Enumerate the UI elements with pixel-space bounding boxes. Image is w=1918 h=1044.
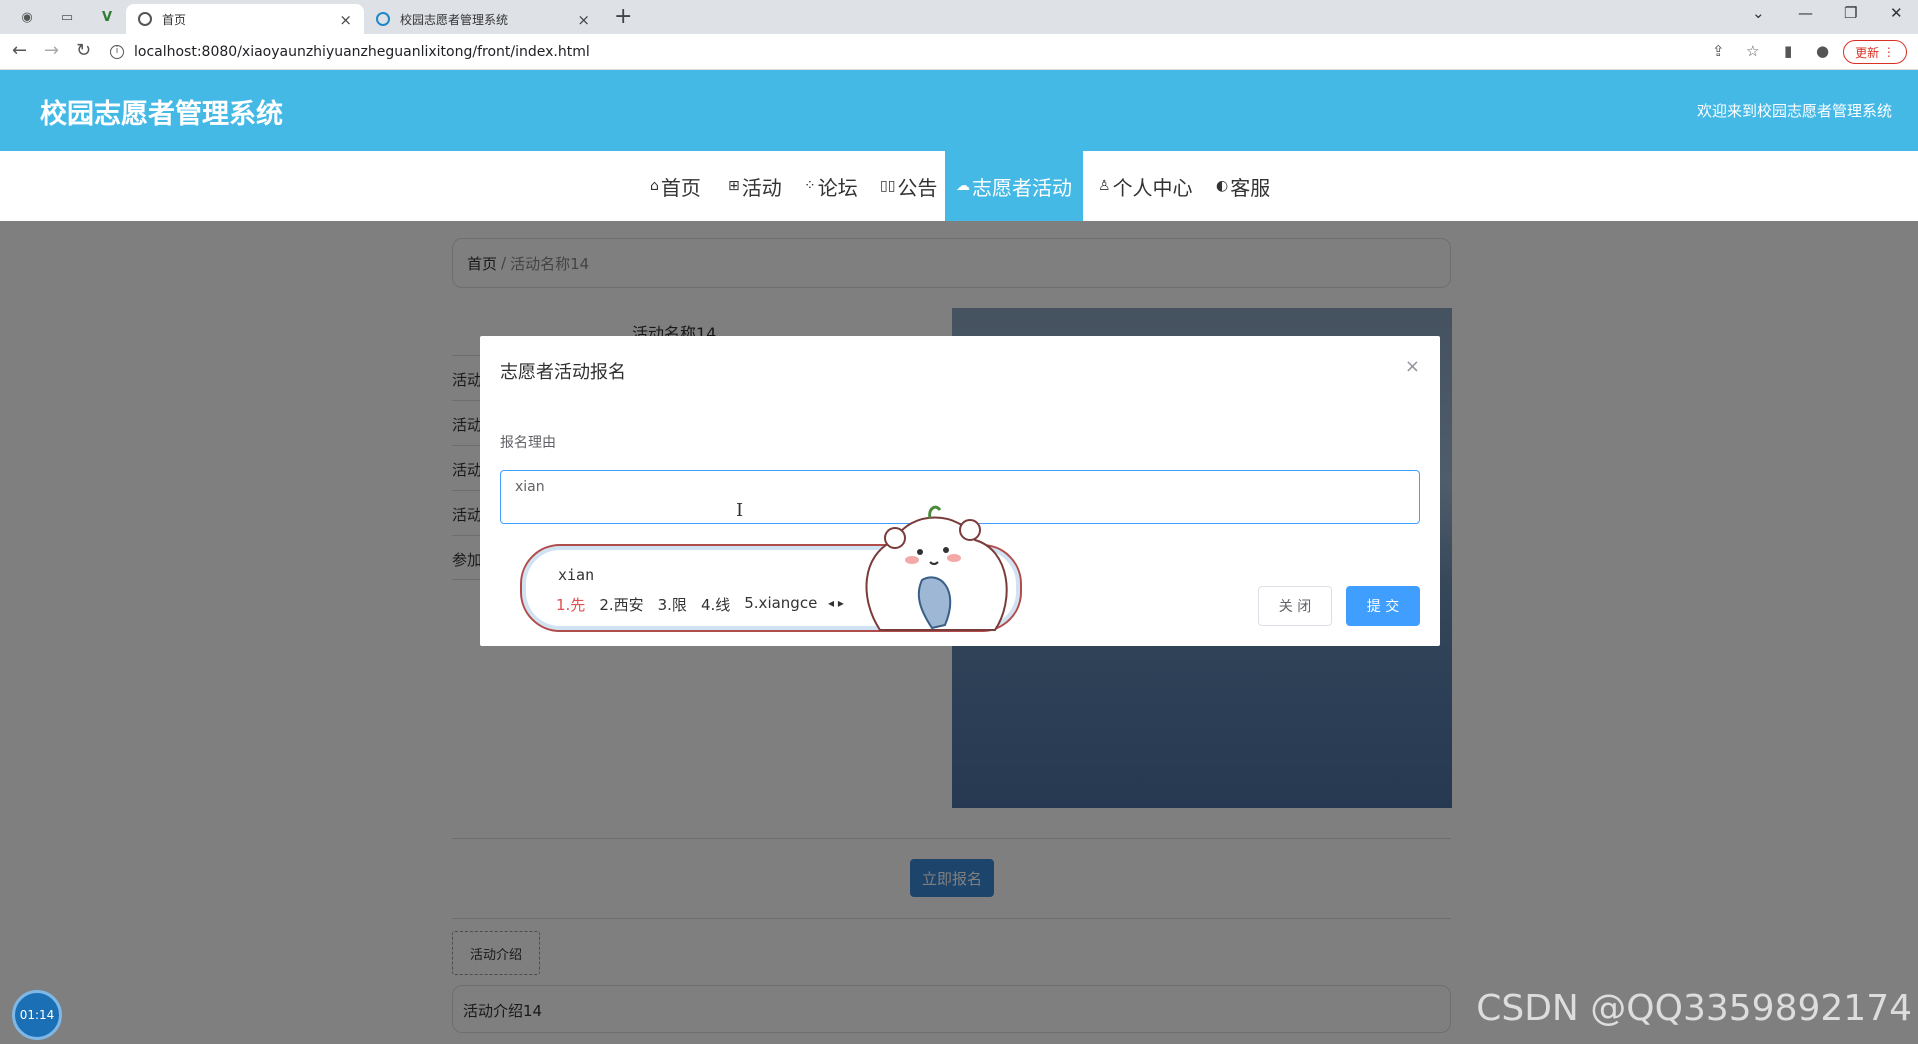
restore-icon[interactable]: ❐ bbox=[1844, 4, 1857, 22]
welcome-text: 欢迎来到校园志愿者管理系统 bbox=[1696, 102, 1892, 120]
nav-item-profile[interactable]: ♙ 个人中心 bbox=[1090, 151, 1201, 221]
profile-icon[interactable]: ● bbox=[1816, 42, 1829, 60]
ime-candidate[interactable]: 4.线 bbox=[701, 594, 730, 615]
close-icon[interactable]: × bbox=[1405, 356, 1420, 377]
star-icon[interactable]: ☆ bbox=[1746, 42, 1759, 60]
book-icon: ▯▯ bbox=[880, 178, 896, 194]
nav-item-service[interactable]: ◐ 客服 bbox=[1208, 151, 1278, 221]
edge-icon bbox=[376, 12, 390, 26]
dialog-title: 志愿者活动报名 bbox=[500, 362, 626, 383]
address-bar: ← → ↻ i localhost:8080/xiaoyaunzhiyuanzh… bbox=[0, 34, 1918, 70]
grid-icon: ⊞ bbox=[728, 178, 740, 194]
nav-item-forum[interactable]: ⁘ 论坛 bbox=[796, 151, 866, 221]
tab-title: 校园志愿者管理系统 bbox=[400, 12, 509, 27]
forward-icon[interactable]: → bbox=[44, 40, 59, 61]
nav-item-activity[interactable]: ⊞ 活动 bbox=[720, 151, 790, 221]
app-header: 校园志愿者管理系统 欢迎来到校园志愿者管理系统 bbox=[0, 70, 1918, 151]
blank-tab-icon[interactable]: ▭ bbox=[56, 6, 78, 28]
globe-icon bbox=[138, 12, 152, 26]
nav-item-volunteer-activity[interactable]: ☁ 志愿者活动 bbox=[945, 151, 1083, 221]
nav-label: 活动 bbox=[741, 175, 782, 200]
submit-button[interactable]: 提 交 bbox=[1346, 586, 1420, 626]
close-icon[interactable]: × bbox=[577, 11, 590, 29]
reload-icon[interactable]: ↻ bbox=[76, 40, 91, 61]
reason-label: 报名理由 bbox=[500, 435, 556, 451]
globe-icon[interactable]: ◉ bbox=[16, 6, 38, 28]
tab-home[interactable]: 首页 × bbox=[126, 4, 364, 34]
nav-label: 客服 bbox=[1230, 175, 1271, 200]
cancel-button[interactable]: 关 闭 bbox=[1258, 586, 1332, 626]
ime-pinyin: xian bbox=[558, 566, 595, 584]
ime-candidate[interactable]: 3.限 bbox=[658, 594, 687, 615]
user-icon: ♙ bbox=[1098, 178, 1111, 194]
vue-icon[interactable]: V bbox=[96, 6, 118, 28]
home-icon: ⌂ bbox=[650, 178, 659, 194]
close-window-icon[interactable]: ✕ bbox=[1890, 4, 1903, 22]
ime-candidate[interactable]: 5.xiangce bbox=[744, 594, 817, 615]
close-icon[interactable]: × bbox=[339, 11, 352, 29]
apps-icon: ⁘ bbox=[804, 178, 816, 194]
tab-system[interactable]: 校园志愿者管理系统 × bbox=[364, 4, 602, 34]
update-label: 更新 bbox=[1855, 45, 1880, 60]
recording-timer: 01:14 bbox=[12, 990, 62, 1040]
new-tab-icon[interactable]: + bbox=[614, 4, 632, 29]
url-text: localhost:8080/xiaoyaunzhiyuanzheguanlix… bbox=[134, 44, 590, 60]
nav-label: 论坛 bbox=[817, 175, 858, 200]
nav-label: 公告 bbox=[897, 175, 938, 200]
ime-candidates: 1.先 2.西安 3.限 4.线 5.xiangce bbox=[556, 594, 817, 615]
nav-item-notice[interactable]: ▯▯ 公告 bbox=[872, 151, 945, 221]
ime-candidate[interactable]: 1.先 bbox=[556, 594, 585, 615]
text-cursor-icon: I bbox=[736, 500, 744, 521]
app-title: 校园志愿者管理系统 bbox=[40, 99, 283, 130]
browser-tab-bar: ◉ ▭ V 首页 × 校园志愿者管理系统 × + ⌄ — ❐ ✕ bbox=[0, 0, 1918, 34]
nav-label: 志愿者活动 bbox=[972, 175, 1072, 200]
nav-label: 个人中心 bbox=[1112, 175, 1193, 200]
page-arrows-icon[interactable]: ◂ ▸ bbox=[828, 596, 844, 610]
nav-item-home[interactable]: ⌂ 首页 bbox=[642, 151, 709, 221]
bear-mascot-icon bbox=[865, 505, 1008, 631]
tab-title: 首页 bbox=[162, 12, 187, 27]
main-nav: ⌂ 首页 ⊞ 活动 ⁘ 论坛 ▯▯ 公告 ☁ 志愿者活动 ♙ 个人中心 ◐ 客服 bbox=[0, 151, 1918, 221]
sidepanel-icon[interactable]: ▮ bbox=[1784, 42, 1792, 60]
share-icon[interactable]: ⇪ bbox=[1712, 42, 1725, 60]
info-icon[interactable]: i bbox=[110, 45, 124, 59]
watermark-text: CSDN @QQ3359892174 bbox=[1476, 988, 1912, 1029]
back-icon[interactable]: ← bbox=[12, 40, 27, 61]
chevron-down-icon[interactable]: ⌄ bbox=[1752, 4, 1765, 22]
helping-icon: ☁ bbox=[956, 178, 970, 194]
chat-icon: ◐ bbox=[1216, 178, 1229, 194]
nav-label: 首页 bbox=[660, 175, 701, 200]
url-field[interactable]: i localhost:8080/xiaoyaunzhiyuanzheguanl… bbox=[110, 38, 1810, 66]
update-button[interactable]: 更新 ⋮ bbox=[1843, 40, 1907, 64]
ime-candidate[interactable]: 2.西安 bbox=[599, 594, 643, 615]
minimize-icon[interactable]: — bbox=[1798, 4, 1813, 22]
